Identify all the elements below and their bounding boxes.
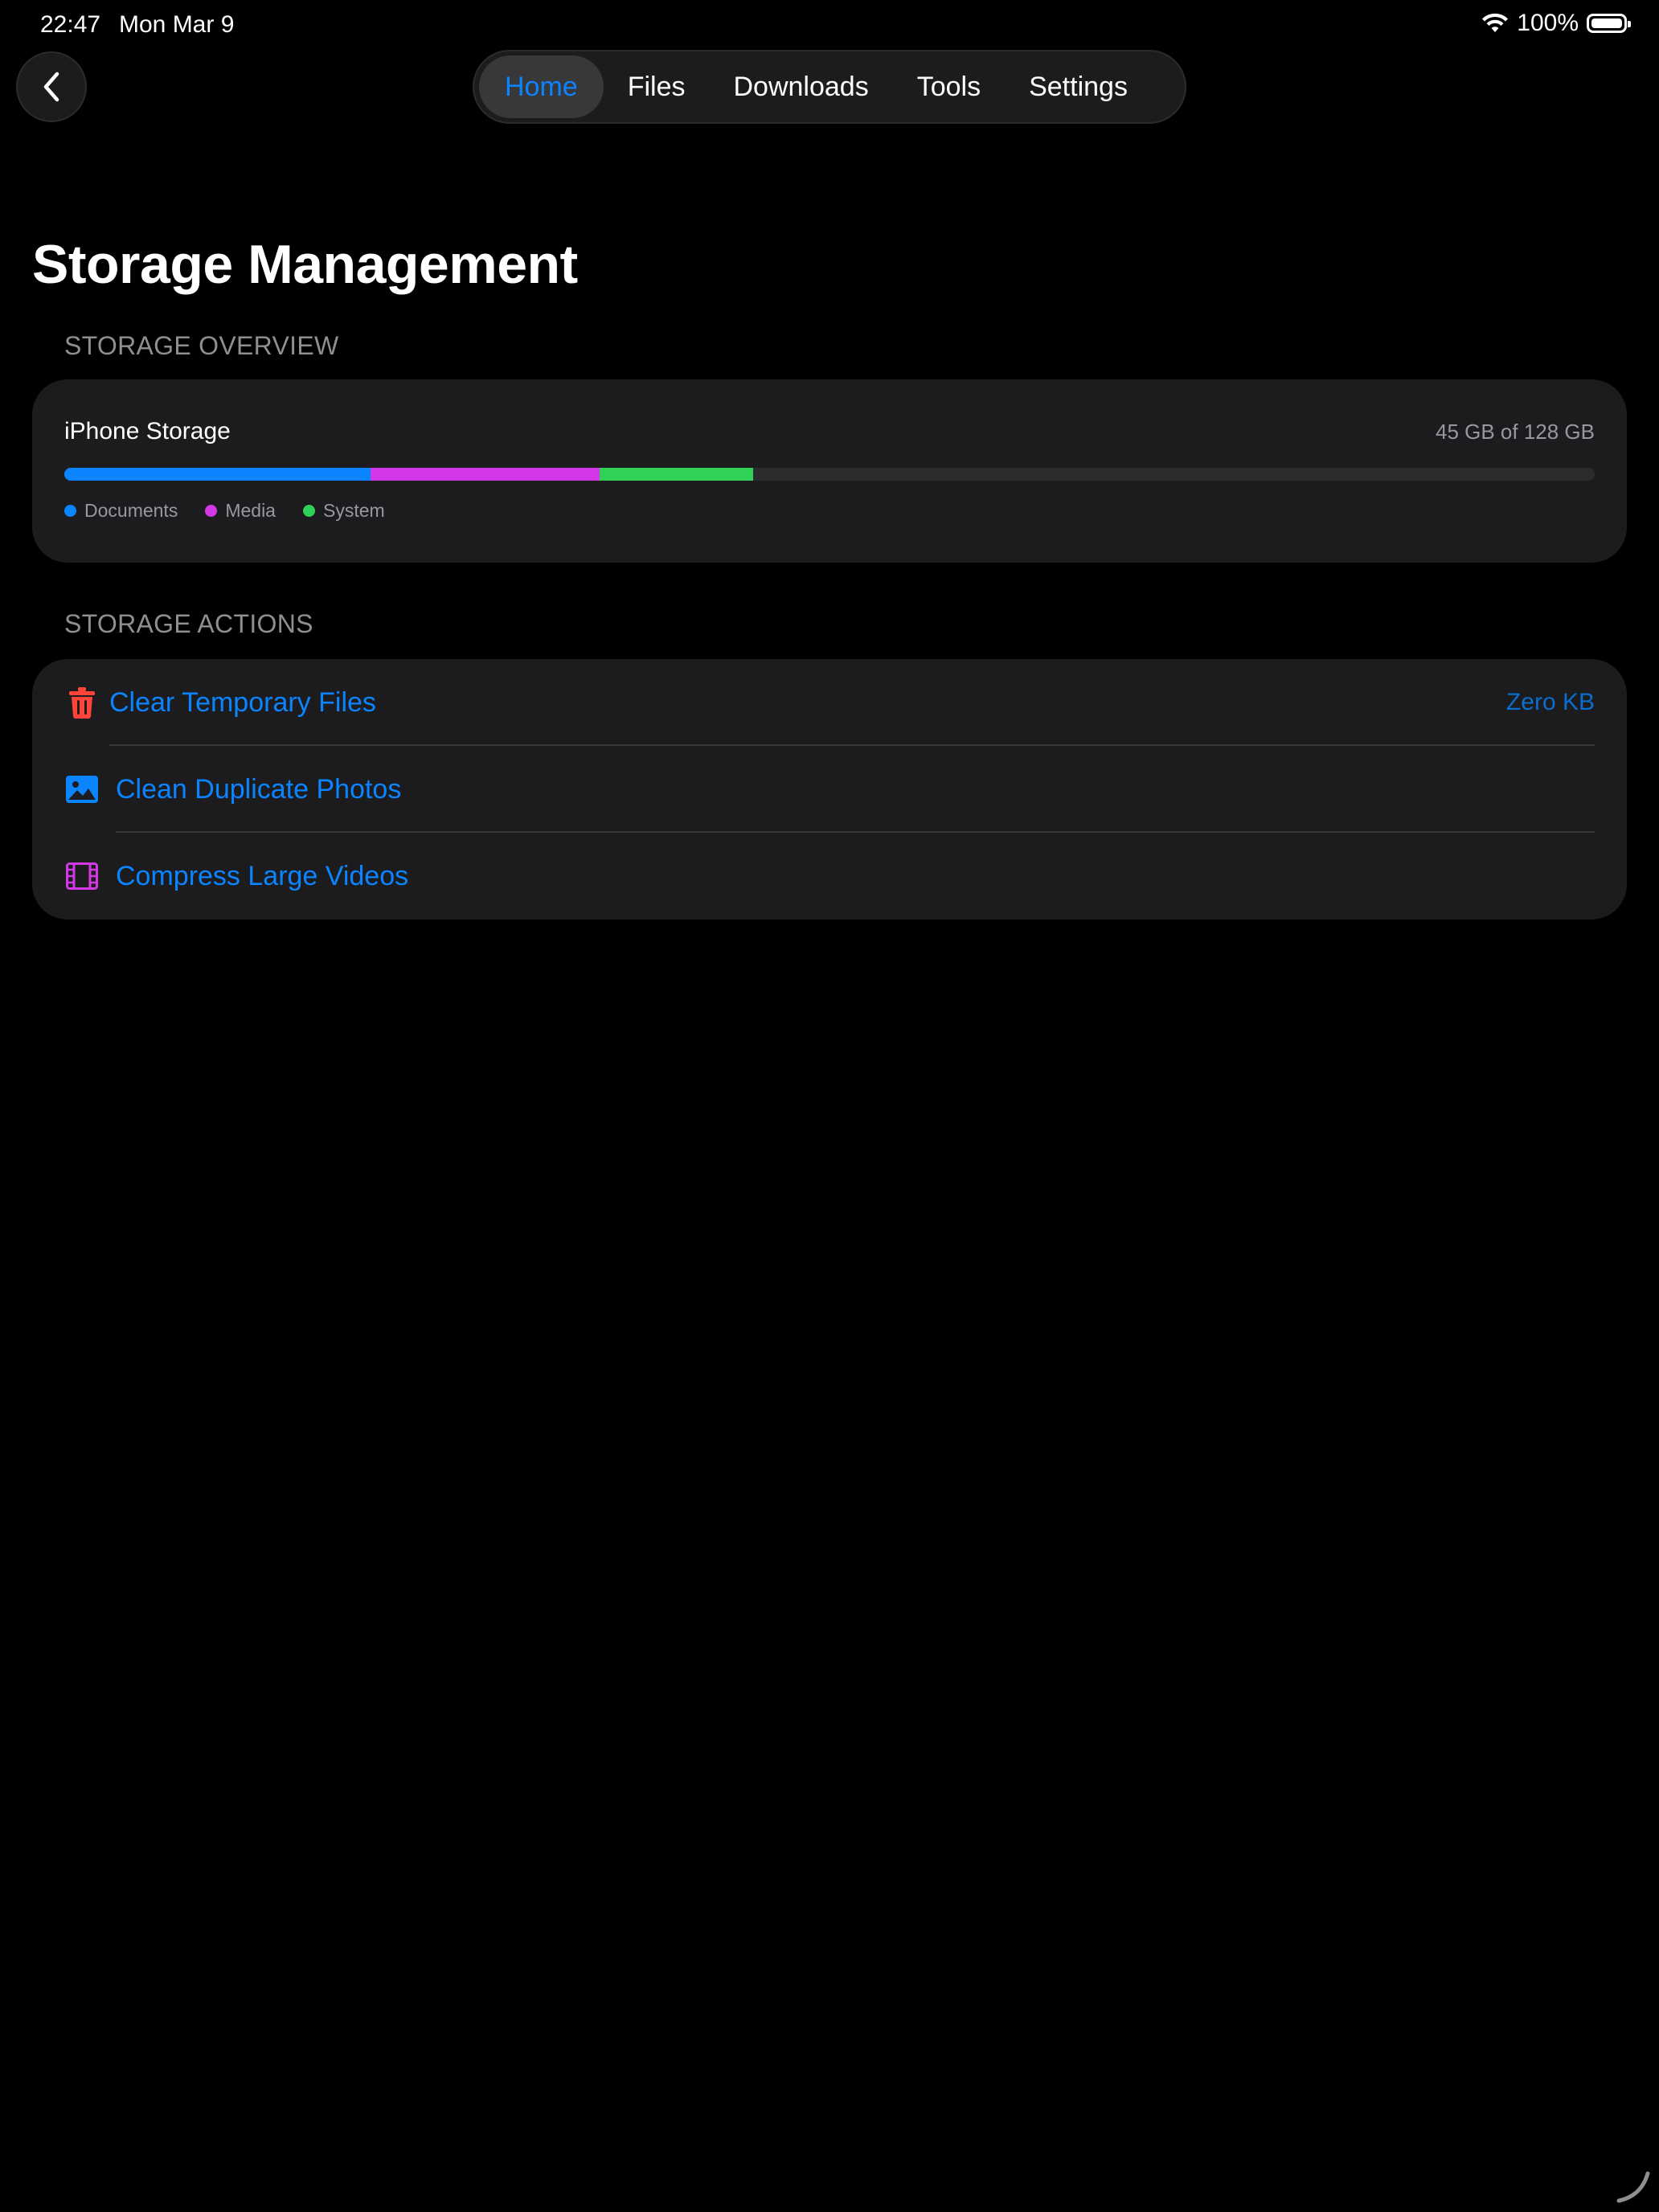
legend-item-system: System [302,500,385,522]
storage-segment-system [600,468,753,481]
chevron-left-icon [43,72,59,102]
action-label-clean-duplicate-photos: Clean Duplicate Photos [116,773,402,805]
legend-label-system: System [322,500,385,521]
photo-icon [66,773,98,805]
back-button[interactable] [16,51,87,122]
status-date: Mon Mar 9 [119,11,235,38]
action-clear-temporary-files[interactable]: Clear Temporary Files Zero KB [32,659,1627,746]
storage-segment-media [370,468,600,481]
legend-dot-media [205,505,218,517]
action-compress-large-videos[interactable]: Compress Large Videos [32,833,1627,920]
legend-dot-documents [64,505,76,517]
tab-tools[interactable]: Tools [893,55,1005,118]
legend-dot-system [302,505,315,517]
storage-legend: Documents Media System [64,500,385,522]
storage-actions-header: STORAGE ACTIONS [64,609,313,638]
storage-usage-bar [64,468,1595,481]
battery-icon [1587,14,1631,33]
tab-files[interactable]: Files [604,55,710,118]
action-label-compress-large-videos: Compress Large Videos [116,860,409,891]
storage-segment-documents [64,468,371,481]
legend-item-media: Media [205,500,276,522]
action-label-clear-temporary-files: Clear Temporary Files [109,686,376,718]
tab-settings[interactable]: Settings [1005,55,1152,118]
storage-management-screen: 22:47 Mon Mar 9 100% Home Files Download… [0,0,1659,2212]
storage-overview-card: iPhone Storage 45 GB of 128 GB Documents… [32,379,1627,563]
battery-level [1591,18,1622,28]
storage-device-label: iPhone Storage [64,418,231,444]
storage-overview-header: STORAGE OVERVIEW [64,331,339,360]
trash-icon [66,686,98,719]
battery-percent: 100% [1517,10,1579,36]
status-time: 22:47 [40,11,101,38]
tab-home[interactable]: Home [479,55,604,118]
status-bar: 22:47 Mon Mar 9 100% [0,0,1659,51]
tab-bar: Home Files Downloads Tools Settings [473,50,1186,124]
storage-actions-card: Clear Temporary Files Zero KB Clean Dupl… [32,659,1627,920]
page-title: Storage Management [32,234,578,295]
legend-item-documents: Documents [64,500,178,522]
legend-label-media: Media [225,500,276,521]
tab-downloads[interactable]: Downloads [710,55,893,118]
action-clean-duplicate-photos[interactable]: Clean Duplicate Photos [32,746,1627,833]
action-value-temporary-files-size: Zero KB [1505,689,1595,715]
status-indicators: 100% [1481,10,1631,37]
legend-label-documents: Documents [84,500,178,521]
film-icon [66,860,98,892]
wifi-icon [1482,13,1509,32]
storage-usage-text: 45 GB of 128 GB [1435,420,1595,444]
resize-handle-icon[interactable] [1612,2165,1653,2206]
